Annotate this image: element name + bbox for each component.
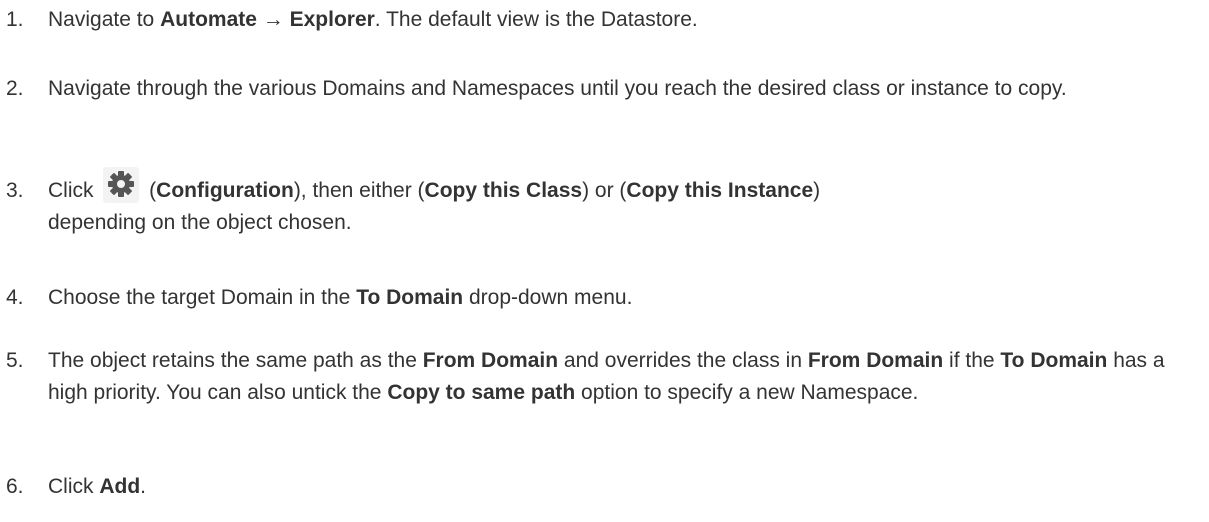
field-from-domain: From Domain (422, 349, 559, 372)
menu-configuration: Configuration (156, 179, 294, 202)
step-5: 5. The object retains the same path as t… (6, 345, 1199, 409)
step-number: 5. (6, 349, 24, 372)
step-text: The object retains the same path as the … (48, 349, 1165, 404)
step-text: Click (Configuration), then either (Copy… (48, 167, 1199, 239)
step-number: 2. (6, 77, 24, 100)
field-from-domain: From Domain (807, 349, 944, 372)
step-text: Click Add. (48, 475, 147, 498)
step-1: 1. Navigate to Automate → Explorer. The … (6, 4, 1199, 36)
menu-copy-class: Copy this Class (424, 179, 583, 202)
instructions-document: 1. Navigate to Automate → Explorer. The … (0, 0, 1209, 522)
step-6: 6. Click Add. (6, 471, 1199, 503)
step-4: 4. Choose the target Domain in the To Do… (6, 282, 1199, 314)
button-add: Add (99, 475, 141, 498)
option-copy-to-same-path: Copy to same path (387, 381, 576, 404)
step-2: 2. Navigate through the various Domains … (6, 73, 1199, 105)
menu-automate: Automate (160, 8, 257, 31)
step-text: Choose the target Domain in the To Domai… (48, 286, 633, 309)
step-number: 1. (6, 8, 24, 31)
menu-copy-instance: Copy this Instance (626, 179, 814, 202)
gear-icon (103, 167, 140, 203)
step-number: 6. (6, 475, 24, 498)
gear-svg (108, 171, 135, 197)
field-to-domain: To Domain (1000, 349, 1108, 372)
step-number: 4. (6, 286, 24, 309)
step-number: 3. (6, 179, 24, 202)
step-text: Navigate to Automate → Explorer. The def… (48, 8, 698, 31)
step-3: 3. Click (Configuration), then either (C… (6, 167, 1199, 239)
menu-explorer: Explorer (289, 8, 375, 31)
field-to-domain: To Domain (356, 286, 464, 309)
step-text: Navigate through the various Domains and… (48, 77, 1067, 100)
